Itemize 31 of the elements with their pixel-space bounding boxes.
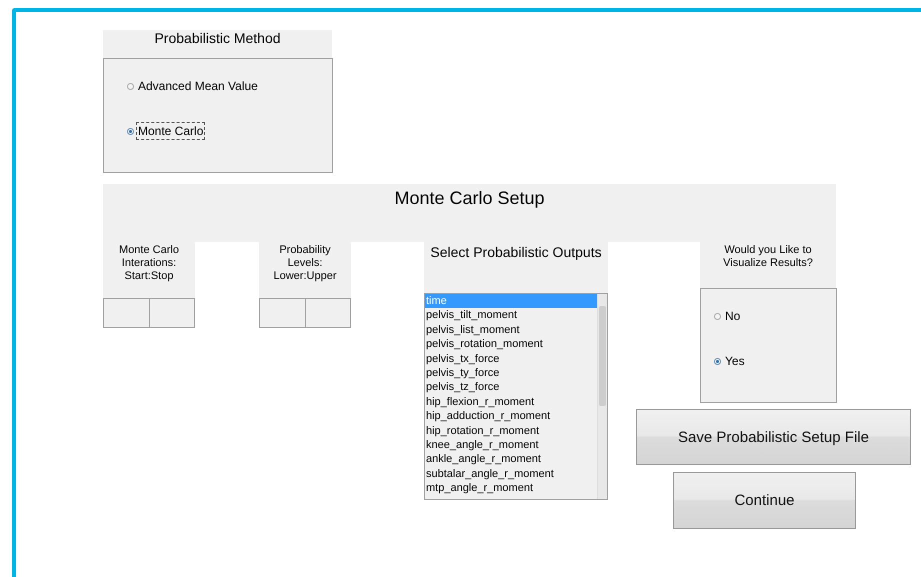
field-label: Probability Levels: Lower:Upper bbox=[259, 242, 351, 298]
input-field[interactable] bbox=[305, 298, 351, 328]
list-item[interactable]: pelvis_tx_force bbox=[425, 352, 597, 366]
list-item[interactable]: hip_flexion_r_moment bbox=[425, 394, 597, 410]
scrollbar[interactable] bbox=[597, 294, 607, 499]
radio-label[interactable]: No bbox=[723, 307, 742, 325]
continue-button[interactable]: Continue bbox=[673, 472, 856, 529]
radio-label[interactable]: Yes bbox=[723, 352, 747, 370]
list-item[interactable]: pelvis_tz_force bbox=[425, 380, 597, 395]
section-title: Monte Carlo Setup bbox=[103, 184, 836, 242]
list-item[interactable]: pelvis_list_moment bbox=[425, 322, 597, 338]
list-item[interactable]: hip_rotation_r_moment bbox=[425, 424, 597, 438]
save-button[interactable]: Save Probabilistic Setup File bbox=[636, 409, 911, 465]
input-field[interactable] bbox=[259, 298, 306, 328]
list-item[interactable]: knee_angle_r_moment bbox=[425, 438, 597, 452]
radio-label[interactable]: Advanced Mean Value bbox=[136, 77, 260, 95]
output-listbox[interactable] bbox=[424, 293, 608, 500]
field-label: Would you Like to Visualize Results? bbox=[700, 242, 836, 288]
radio-label[interactable]: Monte Carlo bbox=[136, 122, 206, 140]
list-item[interactable]: pelvis_rotation_moment bbox=[425, 337, 597, 352]
field-label: Monte Carlo Interations: Start:Stop bbox=[103, 242, 195, 298]
list-item[interactable]: pelvis_tilt_moment bbox=[425, 308, 597, 323]
list-item[interactable]: subtalar_angle_r_moment bbox=[425, 466, 597, 482]
list-item[interactable]: ankle_angle_r_moment bbox=[425, 452, 597, 467]
list-item[interactable]: mtp_angle_r_moment bbox=[425, 481, 597, 496]
input-field[interactable] bbox=[103, 298, 150, 328]
input-field[interactable] bbox=[149, 298, 195, 328]
panel-title: Probabilistic Method bbox=[103, 30, 332, 58]
list-item[interactable]: hip_adduction_r_moment bbox=[425, 409, 597, 424]
list-item[interactable]: pelvis_ty_force bbox=[425, 366, 597, 380]
list-label: Select Probabilistic Outputs bbox=[424, 242, 608, 293]
